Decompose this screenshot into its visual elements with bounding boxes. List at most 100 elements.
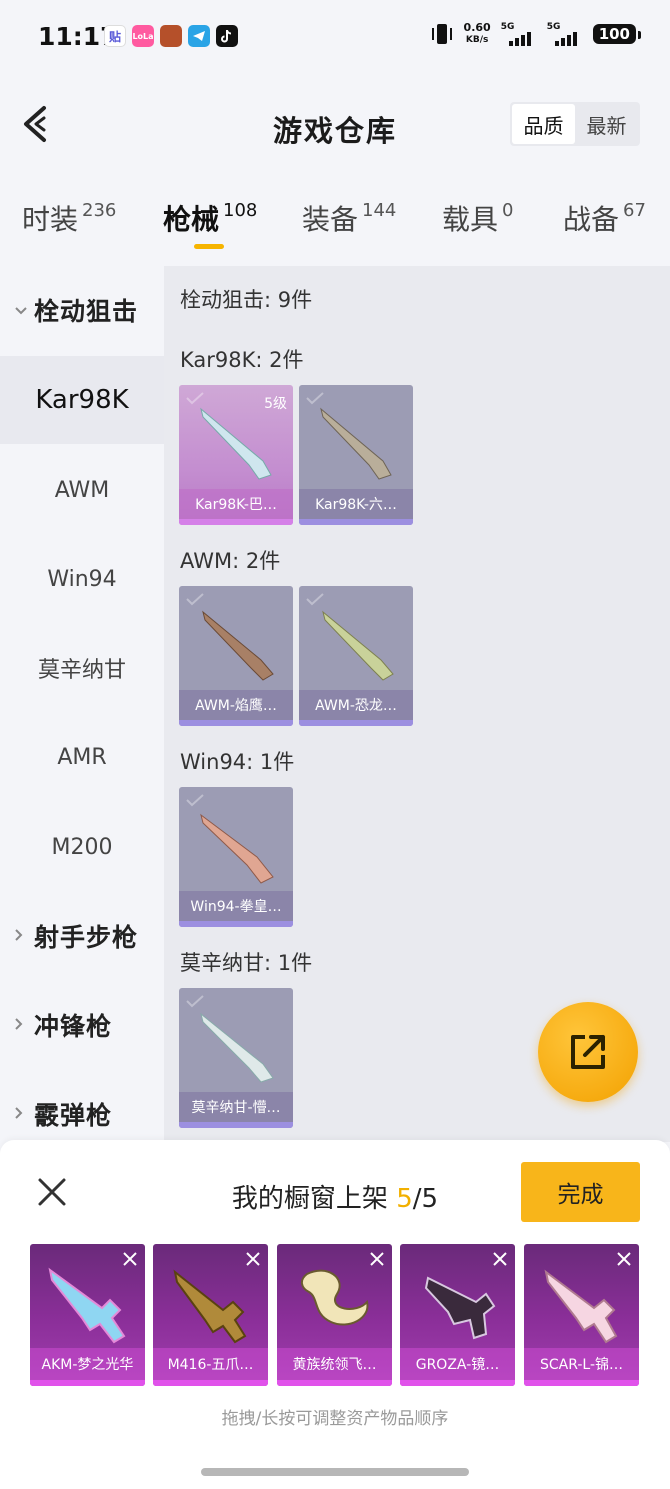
section-heading-awm: AWM: 2件 — [180, 549, 281, 573]
item-card[interactable]: AWM-恐龙… — [299, 586, 413, 726]
tab-gear[interactable]: 战备 67 — [563, 198, 646, 238]
sidebar-item-kar98k[interactable]: Kar98K — [0, 356, 164, 444]
showcase-slot[interactable]: SCAR-L-锦… — [524, 1244, 639, 1386]
slot-name: SCAR-L-锦… — [524, 1348, 639, 1380]
tab-count: 67 — [623, 200, 646, 221]
net-label-2: 5G — [546, 22, 561, 32]
rarity-strip — [179, 720, 293, 726]
category-tabs: 时装 236 枪械 108 装备 144 载具 0 战备 67 — [0, 190, 670, 260]
item-name: AWM-焰鹰… — [179, 690, 293, 720]
rifle-icon — [322, 610, 394, 681]
tab-label: 时装 — [22, 203, 79, 236]
sidebar-group-marksman[interactable]: 射手步枪 — [0, 892, 164, 980]
item-name: AWM-恐龙… — [299, 690, 413, 720]
item-card[interactable]: 莫辛纳甘-懵… — [179, 988, 293, 1128]
rifle-icon — [202, 610, 274, 681]
reorder-hint: 拖拽/长按可调整资产物品顺序 — [221, 1409, 449, 1429]
item-name: Kar98K-巴… — [179, 489, 293, 519]
home-indicator[interactable] — [201, 1468, 469, 1476]
share-fab[interactable] — [538, 1002, 638, 1102]
status-bar: 11:17 贴 LoLa 0.60 KB/s 5G 5G 100 — [0, 0, 670, 72]
done-button[interactable]: 完成 — [521, 1162, 640, 1222]
rifle-icon — [544, 1269, 618, 1344]
rarity-strip — [179, 1122, 293, 1128]
slot-name: M416-五爪… — [153, 1348, 268, 1380]
tab-label: 载具 — [442, 203, 499, 236]
sidebar-item-m200[interactable]: M200 — [0, 803, 164, 891]
rarity-strip — [179, 519, 293, 525]
item-card[interactable]: 5级 Kar98K-巴… — [179, 385, 293, 525]
sidebar-group-label: 射手步枪 — [34, 923, 139, 952]
tab-count: 144 — [362, 200, 397, 221]
rarity-strip — [30, 1380, 145, 1386]
showcase-slot[interactable]: GROZA-镜… — [400, 1244, 515, 1386]
tab-count: 0 — [502, 200, 514, 221]
signal-5g-1: 5G — [501, 22, 537, 46]
rifle-icon — [200, 1012, 274, 1083]
sidebar-group-smg[interactable]: 冲锋枪 — [0, 981, 164, 1069]
active-tab-indicator — [194, 244, 224, 249]
item-card[interactable]: AWM-焰鹰… — [179, 586, 293, 726]
chevron-right-icon — [14, 926, 34, 947]
item-name: Kar98K-六… — [299, 489, 413, 519]
dragon-icon — [301, 1269, 369, 1326]
item-card[interactable]: Win94-拳皇… — [179, 787, 293, 927]
tiktok-app-icon — [216, 25, 238, 47]
game-app-icon — [160, 25, 182, 47]
sort-toggle: 品质 最新 — [510, 102, 640, 146]
network-speed: 0.60 KB/s — [464, 22, 491, 46]
slot-name: AKM-梦之光华 — [30, 1348, 145, 1380]
sort-newest-button[interactable]: 最新 — [575, 104, 638, 144]
tab-vehicles[interactable]: 载具 0 — [442, 198, 513, 238]
tab-outfits[interactable]: 时装 236 — [22, 198, 116, 238]
item-name: Win94-拳皇… — [179, 891, 293, 921]
rarity-strip — [179, 921, 293, 927]
weapon-category-sidebar: 栓动狙击 Kar98K AWM Win94 莫辛纳甘 AMR M200 射手步枪… — [0, 266, 164, 1142]
signal-bars-icon — [508, 32, 531, 46]
sidebar-item-win94[interactable]: Win94 — [0, 535, 164, 623]
section-heading-mosin: 莫辛纳甘: 1件 — [180, 951, 313, 975]
sidebar-group-label: 霰弹枪 — [34, 1101, 113, 1130]
sort-quality-button[interactable]: 品质 — [512, 104, 575, 144]
slot-name: 黄族统领飞… — [277, 1348, 392, 1380]
battery-indicator: 100 — [592, 24, 642, 44]
section-heading-kar98k: Kar98K: 2件 — [180, 348, 304, 372]
showcase-slot[interactable]: AKM-梦之光华 — [30, 1244, 145, 1386]
showcase-title-text: 我的橱窗上架 — [231, 1184, 388, 1214]
tieba-app-icon: 贴 — [104, 25, 126, 47]
tab-count: 236 — [82, 200, 117, 221]
vibrate-icon — [431, 24, 452, 44]
item-card[interactable]: Kar98K-六… — [299, 385, 413, 525]
group-heading: 栓动狙击: 9件 — [180, 288, 313, 312]
signal-bars-icon — [554, 32, 577, 46]
rarity-strip — [153, 1380, 268, 1386]
lola-app-icon: LoLa — [132, 25, 154, 47]
rifle-icon — [200, 407, 272, 480]
showcase-sheet: 我的橱窗上架 5/5 完成 AKM-梦之光华 M416-五爪… 黄族统领飞… G… — [0, 1140, 670, 1489]
chevron-right-icon — [14, 1104, 34, 1125]
showcase-slot[interactable]: 黄族统领飞… — [277, 1244, 392, 1386]
showcase-count-total: /5 — [412, 1184, 439, 1214]
sidebar-group-label: 栓动狙击 — [34, 297, 139, 326]
tab-count: 108 — [223, 200, 258, 221]
sidebar-group-bolt-action[interactable]: 栓动狙击 — [0, 266, 164, 354]
sidebar-item-amr[interactable]: AMR — [0, 713, 164, 801]
tab-firearms[interactable]: 枪械 108 — [163, 198, 257, 238]
sidebar-item-mosin[interactable]: 莫辛纳甘 — [0, 624, 164, 712]
tab-equipment[interactable]: 装备 144 — [302, 198, 396, 238]
rarity-strip — [299, 519, 413, 525]
chevron-down-icon — [14, 300, 34, 321]
external-link-icon — [571, 1035, 605, 1069]
rarity-strip — [400, 1380, 515, 1386]
rifle-icon — [48, 1267, 126, 1344]
status-right: 0.60 KB/s 5G 5G 100 — [430, 22, 642, 46]
telegram-app-icon — [188, 25, 210, 47]
rifle-icon — [320, 407, 392, 480]
signal-5g-2: 5G — [547, 22, 583, 46]
rifle-icon — [173, 1269, 247, 1344]
tab-label: 装备 — [302, 203, 359, 236]
showcase-slot[interactable]: M416-五爪… — [153, 1244, 268, 1386]
rarity-strip — [524, 1380, 639, 1386]
sidebar-item-awm[interactable]: AWM — [0, 446, 164, 534]
rarity-strip — [277, 1380, 392, 1386]
